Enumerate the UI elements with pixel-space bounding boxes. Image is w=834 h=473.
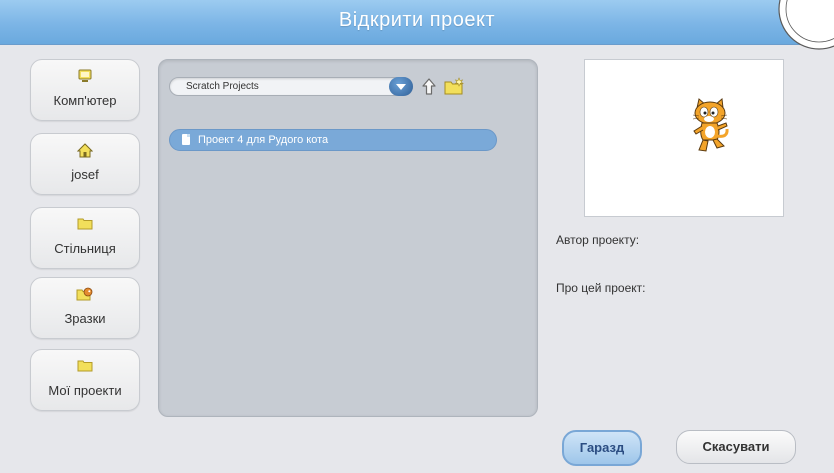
sidebar-item-label: josef — [71, 167, 99, 182]
path-dropdown-value: Scratch Projects — [186, 81, 259, 92]
up-folder-icon[interactable] — [421, 77, 437, 97]
sidebar-item-label: Стільниця — [54, 241, 116, 256]
sidebar-item-label: Комп'ютер — [53, 93, 117, 108]
examples-icon — [31, 287, 139, 303]
open-project-dialog: Відкрити проект Комп'ютер josef Стільниц… — [0, 0, 834, 473]
sidebar-item-my-projects[interactable]: Мої проекти — [30, 349, 140, 411]
dialog-title: Відкрити проект — [338, 9, 496, 31]
sidebar-item-desktop[interactable]: Стільниця — [30, 207, 140, 269]
about-label: Про цей проект: — [556, 281, 646, 295]
file-list-item[interactable]: Проект 4 для Рудого кота — [169, 129, 497, 151]
sidebar-item-home[interactable]: josef — [30, 133, 140, 195]
chevron-down-icon[interactable] — [389, 77, 413, 96]
home-icon — [31, 143, 139, 159]
sidebar-item-label: Мої проекти — [48, 383, 122, 398]
corner-stamp — [778, 0, 834, 50]
path-dropdown[interactable]: Scratch Projects — [169, 77, 413, 96]
sidebar-item-label: Зразки — [64, 311, 106, 326]
new-folder-icon[interactable] — [443, 77, 465, 97]
folder-icon — [31, 217, 139, 233]
scratch-cat-image — [692, 98, 729, 152]
cancel-button[interactable]: Скасувати — [676, 430, 796, 464]
ok-button[interactable]: Гаразд — [562, 430, 642, 466]
file-browser[interactable]: Scratch Projects Проект 4 для Рудого кот… — [158, 59, 538, 417]
title-bar: Відкрити проект — [0, 0, 834, 50]
sidebar-item-computer[interactable]: Комп'ютер — [30, 59, 140, 121]
sidebar-item-examples[interactable]: Зразки — [30, 277, 140, 339]
computer-icon — [31, 69, 139, 85]
project-thumbnail — [584, 59, 784, 217]
file-name: Проект 4 для Рудого кота — [198, 134, 329, 146]
document-icon — [182, 134, 190, 145]
folder-icon — [31, 359, 139, 375]
author-label: Автор проекту: — [556, 233, 640, 247]
